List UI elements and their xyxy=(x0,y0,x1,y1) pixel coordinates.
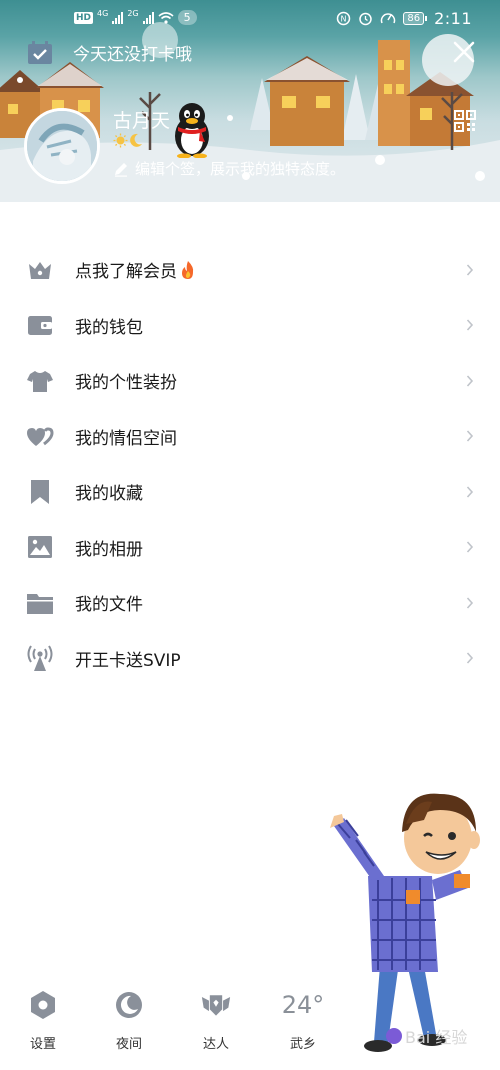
menu-item-files[interactable]: 我的文件 xyxy=(0,575,500,631)
weather-location: 武乡 xyxy=(289,1037,316,1052)
menu-label-vip: 点我了解会员 xyxy=(75,262,177,283)
qr-code-icon[interactable] xyxy=(454,110,476,132)
fire-icon xyxy=(182,260,194,279)
menu-item-theme[interactable]: 我的个性装扮 xyxy=(0,353,500,409)
chevron-right-icon xyxy=(466,652,474,664)
edit-pencil-icon xyxy=(115,162,127,177)
sim2-signal-icon xyxy=(142,11,154,24)
drawer-menu: 点我了解会员 我的钱包 我的个性装扮 我的情侣空间 我的收藏 我的相册 我的文件… xyxy=(0,242,500,686)
close-icon[interactable] xyxy=(450,38,478,66)
chevron-right-icon xyxy=(466,597,474,609)
moon-level-icon xyxy=(130,133,142,147)
winged-badge-icon xyxy=(201,990,231,1020)
chevron-right-icon xyxy=(466,541,474,553)
menu-label-album: 我的相册 xyxy=(75,539,143,560)
settings-button[interactable]: 设置 xyxy=(13,990,73,1052)
checkin-calendar-icon xyxy=(28,40,52,64)
menu-label-theme: 我的个性装扮 xyxy=(75,373,177,394)
notification-count-badge: 5 xyxy=(177,10,197,25)
nickname[interactable]: 古月天 xyxy=(113,106,170,133)
weather-temperature: 24° xyxy=(281,991,325,1019)
moon-icon xyxy=(114,990,144,1020)
bookmark-icon xyxy=(26,478,54,506)
avatar-image xyxy=(27,111,97,181)
speedometer-icon xyxy=(381,13,396,24)
menu-item-favorites[interactable]: 我的收藏 xyxy=(0,464,500,520)
hearts-icon xyxy=(26,422,54,450)
chevron-right-icon xyxy=(466,486,474,498)
battery-level: 86 xyxy=(403,12,425,25)
menu-label-king-card: 开王卡送SVIP xyxy=(75,650,181,671)
menu-item-wallet[interactable]: 我的钱包 xyxy=(0,298,500,354)
menu-item-album[interactable]: 我的相册 xyxy=(0,520,500,576)
signature-text: 编辑个签，展示我的独特态度。 xyxy=(135,160,346,178)
vip-crown-icon xyxy=(26,256,54,284)
status-left: HD 4G 2G 5 xyxy=(74,10,197,25)
menu-item-vip[interactable]: 点我了解会员 xyxy=(0,242,500,298)
data-saver-icon: N xyxy=(337,11,351,26)
status-bar: HD 4G 2G 5 N 86 2:11 xyxy=(0,0,500,40)
daily-checkin[interactable]: 今天还没打卡哦 xyxy=(27,40,192,65)
tshirt-icon xyxy=(26,367,54,395)
menu-label-favorites: 我的收藏 xyxy=(75,484,143,505)
night-mode-button[interactable]: 夜间 xyxy=(99,990,159,1052)
wifi-icon xyxy=(158,11,174,24)
profile-header: HD 4G 2G 5 N 86 2:11 今天还没打卡哦 古月天 编辑个签，展示… xyxy=(0,0,500,202)
checkin-text: 今天还没打卡哦 xyxy=(73,45,192,65)
chevron-right-icon xyxy=(466,430,474,442)
folder-icon xyxy=(26,589,54,617)
chevron-right-icon xyxy=(466,264,474,276)
chevron-right-icon xyxy=(466,319,474,331)
chevron-right-icon xyxy=(466,375,474,387)
weather-widget[interactable]: 24° 武乡 xyxy=(273,990,333,1052)
menu-item-king-card[interactable]: 开王卡送SVIP xyxy=(0,631,500,687)
photo-icon xyxy=(26,533,54,561)
signature-row[interactable]: 编辑个签，展示我的独特态度。 xyxy=(113,158,345,179)
wallet-icon xyxy=(26,311,54,339)
menu-label-couple-space: 我的情侣空间 xyxy=(75,428,177,449)
menu-label-files: 我的文件 xyxy=(75,595,143,616)
signal-tower-icon xyxy=(26,644,54,672)
qq-penguin-icon xyxy=(175,103,209,158)
watermark-text: Bai 经验 xyxy=(405,1028,468,1047)
status-right: N 86 2:11 xyxy=(336,9,472,28)
sim2-network-label: 2G xyxy=(127,9,139,18)
settings-label: 设置 xyxy=(29,1037,56,1052)
sim1-network-label: 4G xyxy=(97,9,109,18)
expert-button[interactable]: 达人 xyxy=(186,990,246,1052)
status-time: 2:11 xyxy=(434,9,472,28)
gear-icon xyxy=(28,990,58,1020)
sun-level-icon xyxy=(113,133,128,148)
alarm-icon xyxy=(359,12,373,26)
sim1-signal-icon xyxy=(112,11,124,24)
night-label: 夜间 xyxy=(115,1037,142,1052)
expert-label: 达人 xyxy=(202,1037,229,1052)
svg-text:N: N xyxy=(341,15,347,24)
avatar[interactable] xyxy=(24,108,100,184)
baidu-watermark: Bai 经验 xyxy=(386,1024,467,1048)
menu-label-wallet: 我的钱包 xyxy=(75,317,143,338)
baidu-logo-icon xyxy=(386,1028,402,1044)
hd-badge: HD xyxy=(74,11,94,24)
menu-item-couple-space[interactable]: 我的情侣空间 xyxy=(0,409,500,465)
battery-icon: 86 xyxy=(403,12,428,25)
level-badges[interactable] xyxy=(113,133,143,148)
